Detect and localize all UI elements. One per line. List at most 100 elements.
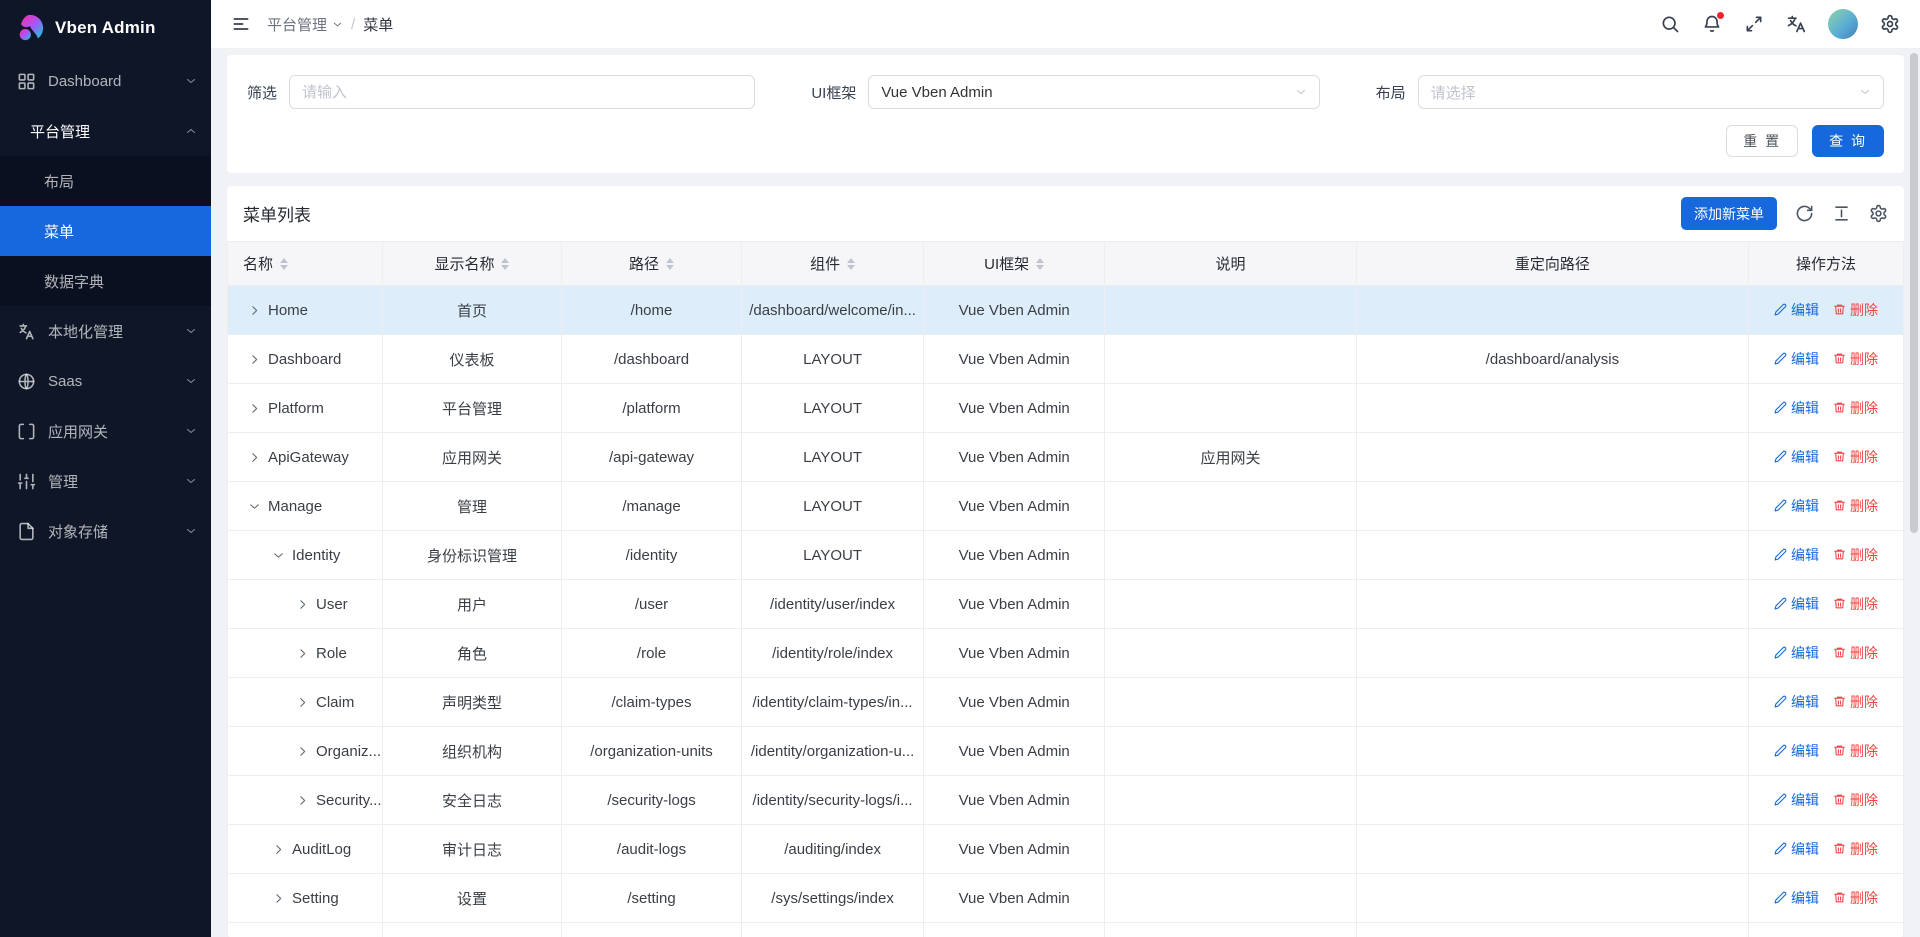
description-cell	[1105, 286, 1357, 335]
vertical-scrollbar[interactable]	[1910, 53, 1918, 533]
manage-icon	[17, 472, 36, 491]
chevron-down-icon[interactable]	[248, 500, 261, 513]
refresh-icon[interactable]	[1795, 204, 1814, 223]
edit-button[interactable]: 编辑	[1774, 839, 1819, 859]
sort-icon[interactable]	[847, 258, 855, 270]
ui-framework-select[interactable]: Vue Vben Admin	[868, 75, 1319, 109]
sidebar-item-dashboard[interactable]: Dashboard	[0, 56, 211, 106]
translate-icon[interactable]	[1786, 14, 1806, 34]
chevron-right-icon[interactable]	[272, 892, 285, 905]
delete-button[interactable]: 删除	[1833, 741, 1878, 761]
filter-field-ui-framework: UI框架 Vue Vben Admin	[811, 75, 1319, 109]
delete-button[interactable]: 删除	[1833, 300, 1878, 320]
display-name-cell: 用户	[382, 580, 561, 629]
sidebar-item-platform[interactable]: 平台管理	[0, 106, 211, 156]
delete-button[interactable]: 删除	[1833, 594, 1878, 614]
edit-button[interactable]: 编辑	[1774, 398, 1819, 418]
table-settings-icon[interactable]	[1869, 204, 1888, 223]
settings-icon[interactable]	[1880, 14, 1900, 34]
sort-icon[interactable]	[501, 258, 509, 270]
chevron-right-icon[interactable]	[296, 598, 309, 611]
sidebar-subitem-dictionary[interactable]: 数据字典	[0, 256, 211, 306]
add-menu-button[interactable]: 添加新菜单	[1681, 197, 1777, 230]
column-header[interactable]: 组件	[742, 242, 924, 286]
delete-button[interactable]: 删除	[1833, 839, 1878, 859]
ui-framework-cell: Vue Vben Admin	[924, 286, 1105, 335]
edit-button[interactable]: 编辑	[1774, 741, 1819, 761]
filter-field-layout: 布局 请选择	[1376, 75, 1884, 109]
sort-icon[interactable]	[280, 258, 288, 270]
column-header[interactable]: 路径	[561, 242, 741, 286]
delete-button[interactable]: 删除	[1833, 790, 1878, 810]
edit-button[interactable]: 编辑	[1774, 643, 1819, 663]
bell-icon[interactable]	[1702, 14, 1722, 34]
edit-button[interactable]: 编辑	[1774, 594, 1819, 614]
breadcrumb-item-platform[interactable]: 平台管理	[267, 14, 343, 35]
filter-field-keyword: 筛选	[247, 75, 755, 109]
delete-button[interactable]: 删除	[1833, 692, 1878, 712]
chevron-right-icon[interactable]	[296, 696, 309, 709]
delete-button[interactable]: 删除	[1833, 888, 1878, 908]
filter-keyword-input[interactable]	[289, 75, 755, 109]
sidebar-subitem-layout[interactable]: 布局	[0, 156, 211, 206]
component-cell: /identity/organization-u...	[742, 727, 924, 776]
chevron-right-icon[interactable]	[248, 402, 261, 415]
sidebar-item-manage[interactable]: 管理	[0, 456, 211, 506]
delete-button[interactable]: 删除	[1833, 447, 1878, 467]
edit-button[interactable]: 编辑	[1774, 790, 1819, 810]
sidebar-item-saas[interactable]: Saas	[0, 356, 211, 406]
search-icon[interactable]	[1660, 14, 1680, 34]
chevron-right-icon[interactable]	[248, 304, 261, 317]
chevron-right-icon[interactable]	[248, 451, 261, 464]
sidebar-subitem-menu[interactable]: 菜单	[0, 206, 211, 256]
actions-cell: 编辑删除	[1749, 678, 1904, 727]
edit-button[interactable]: 编辑	[1774, 545, 1819, 565]
sidebar-item-label: 对象存储	[48, 521, 173, 542]
chevron-down-icon	[185, 75, 197, 87]
sidebar-item-storage[interactable]: 对象存储	[0, 506, 211, 556]
sidebar-item-localization[interactable]: 本地化管理	[0, 306, 211, 356]
component-cell: LAYOUT	[742, 531, 924, 580]
chevron-right-icon[interactable]	[296, 794, 309, 807]
pencil-icon	[1774, 891, 1787, 904]
sort-icon[interactable]	[666, 258, 674, 270]
delete-button[interactable]: 删除	[1833, 496, 1878, 516]
column-header[interactable]: 名称	[228, 242, 383, 286]
edit-button[interactable]: 编辑	[1774, 300, 1819, 320]
column-header[interactable]: UI框架	[924, 242, 1105, 286]
actions-cell: 编辑删除	[1749, 482, 1904, 531]
column-header: 重定向路径	[1356, 242, 1748, 286]
chevron-right-icon[interactable]	[296, 647, 309, 660]
query-button[interactable]: 查 询	[1812, 125, 1884, 157]
reset-button[interactable]: 重 置	[1726, 125, 1798, 157]
edit-button[interactable]: 编辑	[1774, 888, 1819, 908]
display-name-cell: 平台管理	[382, 384, 561, 433]
avatar[interactable]	[1828, 9, 1858, 39]
app-logo[interactable]: Vben Admin	[0, 0, 211, 56]
delete-button[interactable]: 删除	[1833, 545, 1878, 565]
chevron-right-icon[interactable]	[296, 745, 309, 758]
fullscreen-icon[interactable]	[1744, 14, 1764, 34]
layout-select[interactable]: 请选择	[1418, 75, 1884, 109]
delete-button[interactable]: 删除	[1833, 643, 1878, 663]
edit-button[interactable]: 编辑	[1774, 349, 1819, 369]
table-toolbar: 菜单列表 添加新菜单	[227, 186, 1904, 241]
delete-button[interactable]: 删除	[1833, 398, 1878, 418]
chevron-down-icon	[185, 325, 197, 337]
breadcrumb-item-menu: 菜单	[363, 14, 393, 35]
trash-icon	[1833, 695, 1846, 708]
edit-button[interactable]: 编辑	[1774, 496, 1819, 516]
sort-icon[interactable]	[1036, 258, 1044, 270]
display-name-cell: 仪表板	[382, 335, 561, 384]
chevron-down-icon[interactable]	[272, 549, 285, 562]
edit-button[interactable]: 编辑	[1774, 692, 1819, 712]
chevron-right-icon[interactable]	[272, 843, 285, 856]
menu-collapse-icon[interactable]	[231, 14, 251, 34]
menu-name: Security...	[316, 792, 382, 809]
chevron-right-icon[interactable]	[248, 353, 261, 366]
edit-button[interactable]: 编辑	[1774, 447, 1819, 467]
column-header[interactable]: 显示名称	[382, 242, 561, 286]
row-height-icon[interactable]	[1832, 204, 1851, 223]
sidebar-item-gateway[interactable]: 应用网关	[0, 406, 211, 456]
delete-button[interactable]: 删除	[1833, 349, 1878, 369]
